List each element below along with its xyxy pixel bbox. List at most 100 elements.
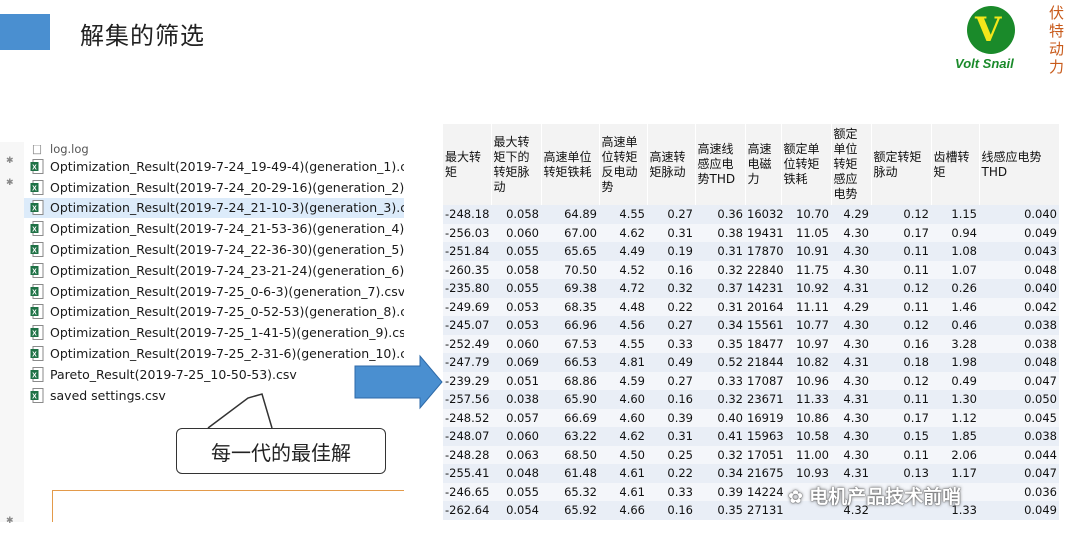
table-cell: 17870 — [745, 242, 784, 261]
table-cell: 0.050 — [979, 390, 1059, 409]
table-cell: 4.30 — [831, 445, 871, 464]
volt-snail-logo: V Volt Snail 伏 特 动 力 — [953, 2, 1073, 78]
table-cell: 0.16 — [871, 334, 931, 353]
table-cell: 4.30 — [831, 242, 871, 261]
file-name: Optimization_Result(2019-7-24_21-10-3)(g… — [50, 200, 404, 216]
table-cell: 20164 — [745, 297, 784, 316]
table-cell: 0.060 — [491, 223, 541, 242]
table-cell: 68.35 — [541, 297, 599, 316]
svg-text:X: X — [32, 393, 37, 400]
table-cell: 64.89 — [541, 205, 599, 224]
table-cell: 1.85 — [931, 427, 979, 446]
table-cell: 0.35 — [695, 501, 745, 520]
file-item[interactable]: X Optimization_Result(2019-7-25_1-41-5)(g… — [24, 322, 404, 343]
svg-text:X: X — [32, 164, 37, 171]
table-cell: 0.055 — [491, 279, 541, 298]
watermark-text: 电机产品技术前哨 — [809, 486, 962, 508]
table-cell: 65.32 — [541, 482, 599, 501]
slide-title: 解集的筛选 — [80, 22, 205, 50]
table-cell: 0.040 — [979, 205, 1059, 224]
table-cell: 0.038 — [979, 334, 1059, 353]
table-cell: 65.65 — [541, 242, 599, 261]
table-cell: 0.12 — [871, 205, 931, 224]
table-cell: -245.07 — [443, 316, 491, 335]
table-cell: 0.12 — [871, 316, 931, 335]
file-item[interactable]: X Optimization_Result(2019-7-24_21-53-36)… — [24, 218, 404, 239]
table-cell: -251.84 — [443, 242, 491, 261]
file-item[interactable]: Xsaved settings.csv — [24, 385, 404, 406]
table-cell: 4.48 — [599, 297, 647, 316]
table-cell: 4.30 — [831, 223, 871, 242]
table-cell: 0.39 — [647, 408, 695, 427]
file-item[interactable]: X Optimization_Result(2019-7-24_20-29-16)… — [24, 177, 404, 198]
file-item[interactable]: X Optimization_Result(2019-7-24_21-10-3)(… — [24, 197, 404, 219]
table-cell: 10.82 — [781, 353, 831, 372]
svg-text:X: X — [32, 248, 37, 255]
table-cell: 0.036 — [979, 482, 1059, 501]
file-item[interactable]: X Optimization_Result(2019-7-24_19-49-4)(… — [24, 156, 404, 177]
table-row: -246.65 0.055 65.32 4.61 0.33 0.39 14224 0.036 — [443, 482, 1059, 501]
table-cell: 0.32 — [695, 390, 745, 409]
table-row: -252.49 0.060 67.53 4.55 0.33 0.35 18477 10.97 4… — [443, 334, 1059, 353]
file-item[interactable]: X Pareto_Result(2019-7-25_10-50-53).csv — [24, 364, 404, 385]
table-cell: 10.93 — [781, 464, 831, 483]
table-cell: -260.35 — [443, 260, 491, 279]
table-cell: 0.31 — [695, 242, 745, 261]
table-row: -248.07 0.060 63.22 4.62 0.31 0.41 15963 10.58 4… — [443, 427, 1059, 446]
table-cell: 14224 — [745, 482, 784, 501]
table-cell: 0.11 — [871, 297, 931, 316]
table-cell: 1.15 — [931, 205, 979, 224]
svg-text:X: X — [32, 227, 37, 234]
callout-box: 每一代的最佳解 — [176, 428, 386, 474]
file-item[interactable]: X Optimization_Result(2019-7-24_23-21-24)… — [24, 260, 404, 281]
table-cell: 21675 — [745, 464, 784, 483]
table-cell: 4.55 — [599, 205, 647, 224]
table-cell: 69.38 — [541, 279, 599, 298]
table-cell: 0.36 — [695, 205, 745, 224]
file-item-log[interactable]: log.log — [24, 142, 404, 156]
table-cell: 4.59 — [599, 371, 647, 390]
table-cell: 0.15 — [871, 427, 931, 446]
excel-file-icon: X — [30, 179, 44, 195]
table-cell: 1.98 — [931, 353, 979, 372]
nav-pin-icon: ✱ — [6, 156, 14, 166]
table-cell: 0.053 — [491, 297, 541, 316]
table-cell: 0.17 — [871, 223, 931, 242]
table-cell: 10.92 — [781, 279, 831, 298]
file-item[interactable]: X Optimization_Result(2019-7-24_22-36-30)… — [24, 239, 404, 260]
file-name: Optimization_Result(2019-7-24_23-21-24)(… — [50, 262, 404, 278]
table-cell: 4.61 — [599, 464, 647, 483]
table-cell: 4.30 — [831, 408, 871, 427]
table-cell: 10.97 — [781, 334, 831, 353]
wechat-icon: ✿ — [788, 487, 804, 508]
table-row: -239.29 0.051 68.86 4.59 0.27 0.33 17087 10.96 4… — [443, 371, 1059, 390]
table-cell: 27131 — [745, 501, 784, 520]
table-cell: 10.58 — [781, 427, 831, 446]
table-cell: 4.29 — [831, 205, 871, 224]
table-cell: 0.27 — [647, 371, 695, 390]
table-cell: 67.53 — [541, 334, 599, 353]
logo-char: 动 — [1049, 40, 1065, 58]
table-row: -235.80 0.055 69.38 4.72 0.32 0.37 14231 10.92 4… — [443, 279, 1059, 298]
table-cell: -252.49 — [443, 334, 491, 353]
table-cell: 0.33 — [695, 371, 745, 390]
table-cell: 10.77 — [781, 316, 831, 335]
table-cell: 0.12 — [871, 371, 931, 390]
table-cell: 0.32 — [695, 445, 745, 464]
table-cell: 0.053 — [491, 316, 541, 335]
table-cell: 0.31 — [695, 297, 745, 316]
highlight-box — [52, 490, 404, 522]
file-item[interactable]: X Optimization_Result(2019-7-25_0-52-53)(… — [24, 302, 404, 323]
table-cell: 4.29 — [831, 297, 871, 316]
column-header: 额定单位转矩感应电势 — [831, 124, 872, 205]
table-cell: 0.043 — [979, 242, 1059, 261]
svg-text:X: X — [32, 206, 37, 213]
table-cell: 65.90 — [541, 390, 599, 409]
column-header: 最大转矩 — [443, 124, 492, 205]
file-item[interactable]: X Optimization_Result(2019-7-25_2-31-6)(g… — [24, 343, 404, 364]
logo-char: 力 — [1049, 58, 1065, 76]
table-row: -251.84 0.055 65.65 4.49 0.19 0.31 17870 10.91 4… — [443, 242, 1059, 261]
table-cell: 0.49 — [931, 371, 979, 390]
excel-file-icon: X — [30, 304, 44, 320]
file-item[interactable]: X Optimization_Result(2019-7-25_0-6-3)(ge… — [24, 281, 404, 302]
